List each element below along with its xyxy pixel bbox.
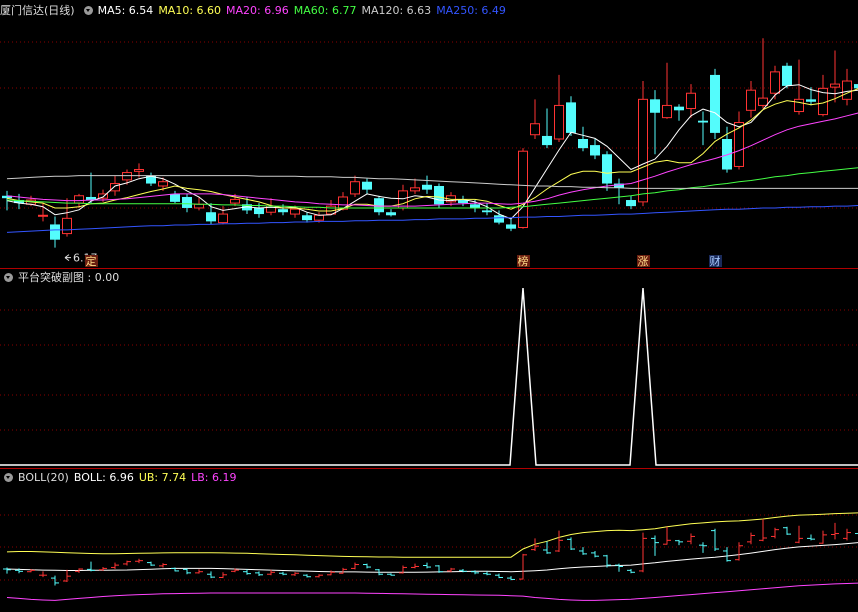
candle-body: [674, 106, 684, 111]
candle-body: [434, 185, 444, 205]
candle-body: [194, 203, 204, 209]
sub-chart-header: 平台突破副图 : 0.00: [0, 270, 124, 286]
candle-body: [626, 200, 636, 207]
candle-body: [302, 215, 312, 221]
candle-body: [38, 214, 48, 217]
signal-line: [0, 287, 858, 466]
candle-body: [566, 102, 576, 133]
boll-legend: BOLL: 6.96 UB: 7.74 LB: 6.19: [74, 471, 242, 484]
candle-body: [806, 99, 816, 102]
chevron-down-icon[interactable]: [4, 273, 13, 282]
candle-body: [746, 89, 756, 111]
candle-body: [422, 184, 432, 190]
candle-body: [350, 181, 360, 195]
candle-body: [494, 215, 504, 223]
candle-body: [62, 217, 72, 235]
candle-body: [638, 98, 648, 203]
candle-body: [854, 84, 858, 89]
ma-legend: MA5: 6.54 MA10: 6.60 MA20: 6.96 MA60: 6.77 M…: [98, 4, 511, 17]
indicator-title: 平台突破副图 : 0.00: [18, 271, 120, 284]
candle-body: [770, 71, 780, 94]
candle-body: [530, 123, 540, 136]
candle-body: [506, 224, 516, 229]
candle-body: [362, 181, 372, 190]
candle-body: [650, 99, 660, 113]
candle-body: [710, 74, 720, 133]
candle-body: [386, 212, 396, 216]
candle-body: [230, 198, 240, 204]
candle-body: [314, 214, 324, 221]
candle-body: [518, 150, 528, 228]
ma-legend-item: MA10: 6.60: [158, 4, 222, 17]
candle-body: [662, 104, 672, 119]
ma-legend-item: MA20: 6.96: [226, 4, 289, 17]
candle-body: [170, 193, 180, 202]
boll-header: BOLL(20) BOLL: 6.96 UB: 7.74 LB: 6.19: [0, 470, 247, 486]
candle-body: [698, 120, 708, 123]
candle-body: [122, 172, 132, 181]
boll-legend-item: LB: 6.19: [191, 471, 237, 484]
candle-body: [554, 104, 564, 140]
chevron-down-icon[interactable]: [83, 6, 93, 15]
candle-body: [782, 65, 792, 86]
event-marker: 定: [86, 254, 97, 268]
boll-legend-item: UB: 7.74: [138, 471, 187, 484]
event-marker: 榜: [518, 254, 529, 268]
candle-body: [578, 139, 588, 149]
ma-legend-item: MA60: 6.77: [293, 4, 357, 17]
candle-body: [182, 196, 192, 208]
candle-body: [254, 207, 264, 215]
ma-line: [6, 175, 858, 189]
boll-band: [6, 542, 858, 573]
ma-line: [6, 205, 858, 233]
candle-body: [50, 224, 60, 240]
main-chart-header: 厦门信达(日线) MA5: 6.54 MA10: 6.60 MA20: 6.96 MA6…: [0, 3, 516, 19]
event-marker: 涨: [638, 255, 649, 268]
ma-legend-item: MA120: 6.63: [361, 4, 432, 17]
stock-title: 厦门信达(日线): [0, 4, 75, 17]
boll-title: BOLL(20): [18, 471, 69, 484]
candle-body: [482, 210, 492, 213]
candle-body: [398, 190, 408, 209]
candle-body: [686, 92, 696, 109]
candle-body: [158, 181, 168, 187]
low-arrow: [64, 254, 71, 262]
candle-body: [110, 183, 120, 192]
boll-legend-item: BOLL: 6.96: [73, 471, 134, 484]
candle-body: [590, 145, 600, 156]
candle-body: [290, 208, 300, 215]
candle-body: [470, 204, 480, 208]
candle-body: [542, 135, 552, 146]
candle-body: [278, 209, 288, 213]
ma-legend-item: MA250: 6.49: [436, 4, 506, 17]
chevron-down-icon[interactable]: [4, 473, 13, 482]
candle-body: [74, 195, 84, 204]
boll-band: [6, 582, 858, 601]
candle-body: [134, 169, 144, 172]
candle-body: [830, 83, 840, 88]
event-marker: 财: [710, 254, 721, 268]
boll-band: [6, 512, 858, 558]
ma-legend-item: MA5: 6.54: [97, 4, 154, 17]
candle-body: [218, 213, 228, 224]
candle-body: [758, 97, 768, 106]
candle-body: [842, 80, 852, 100]
candle-body: [602, 154, 612, 184]
candle-body: [722, 139, 732, 170]
candle-body: [794, 98, 804, 113]
candle-body: [206, 212, 216, 222]
chart-canvas: 6.17定榜涨财: [0, 38, 858, 601]
candle-body: [410, 187, 420, 192]
